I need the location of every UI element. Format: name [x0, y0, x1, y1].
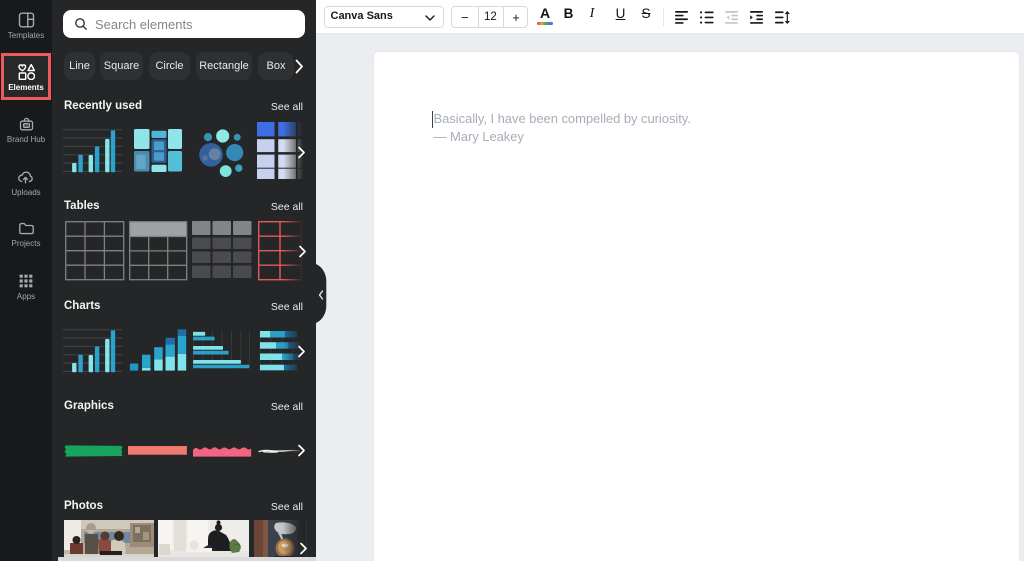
svg-text:co.: co. [24, 124, 29, 128]
